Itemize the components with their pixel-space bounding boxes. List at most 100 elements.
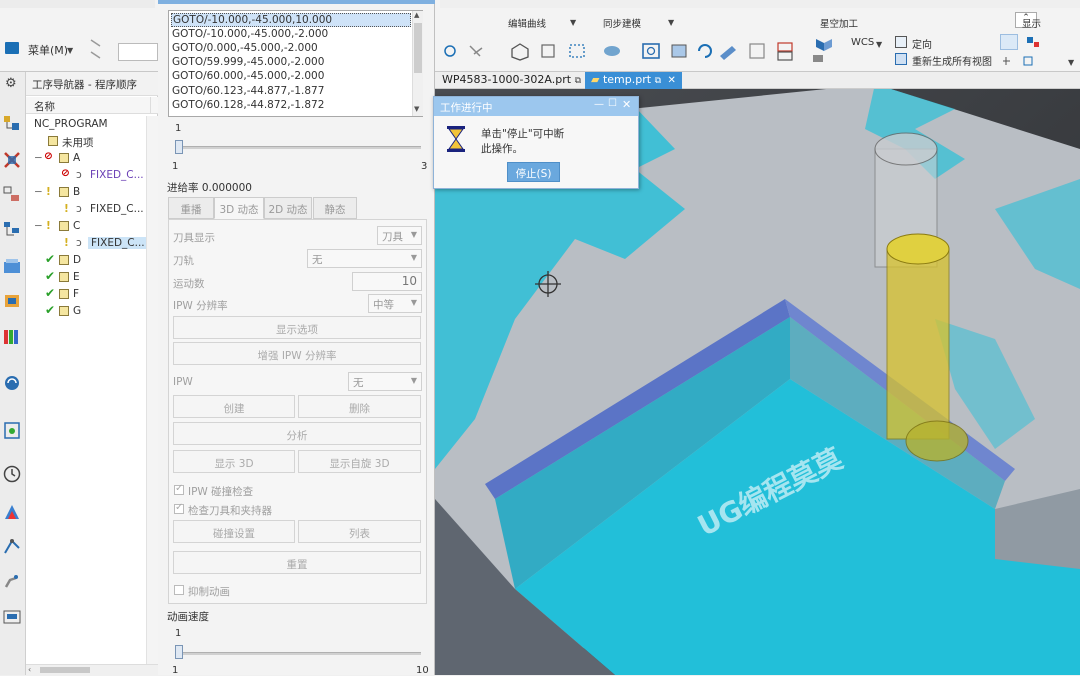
scroll-thumb[interactable] <box>40 667 90 673</box>
scroll-up-icon[interactable]: ▲ <box>414 11 419 19</box>
chevron-down-icon[interactable]: ▼ <box>668 18 674 27</box>
snap-point-icons[interactable] <box>1000 54 1040 68</box>
maximize-icon[interactable]: ☐ <box>608 98 617 109</box>
goto-line[interactable]: GOTO/60.123,-44.877,-1.877 <box>171 85 411 99</box>
tree-row-nc-program[interactable]: NC_PROGRAM <box>26 116 158 133</box>
ipw-collision-checkbox[interactable]: ✓ <box>174 483 184 495</box>
feature-navigator-icon[interactable] <box>2 184 22 204</box>
collapse-icon[interactable]: − <box>34 152 43 164</box>
chevron-down-icon[interactable]: ▼ <box>876 40 882 49</box>
cube-view-icon[interactable] <box>808 35 838 65</box>
history-icon[interactable] <box>2 326 22 346</box>
scroll-down-icon[interactable]: ▼ <box>414 105 419 113</box>
reuse-library-icon[interactable] <box>2 256 22 276</box>
enhance-ipw-button[interactable]: 增强 IPW 分辨率 <box>173 342 421 365</box>
ipw-resolution-select[interactable]: 中等 ▼ <box>368 294 422 313</box>
close-icon[interactable]: ✕ <box>668 75 676 86</box>
motion-count-input[interactable]: 10 <box>352 272 422 291</box>
filter-icon[interactable] <box>1024 34 1042 50</box>
collapse-icon[interactable]: − <box>34 220 43 232</box>
vertical-scrollbar[interactable] <box>146 116 158 664</box>
goto-line[interactable]: GOTO/-10.000,-45.000,-2.000 <box>171 28 411 42</box>
delete-button[interactable]: 删除 <box>298 395 421 418</box>
tree-row-program-e[interactable]: ✔ E <box>26 269 158 286</box>
file-tab-wp4583[interactable]: WP4583-1000-302A.prt ⧉ <box>436 72 587 89</box>
tree-row-program-c[interactable]: − ! C <box>26 218 158 235</box>
collision-settings-button[interactable]: 碰撞设置 <box>173 520 295 543</box>
speed-slider-track[interactable] <box>175 652 421 655</box>
part-navigator-icon[interactable] <box>2 220 22 240</box>
minimize-icon[interactable]: — <box>594 99 604 110</box>
collapse-icon[interactable]: − <box>34 186 43 198</box>
stop-button[interactable]: 停止(S) <box>507 162 560 182</box>
tree-row-program-g[interactable]: ✔ G <box>26 303 158 320</box>
check-tool-holder-checkbox[interactable]: ✓ <box>174 502 184 514</box>
tool-display-select[interactable]: 刀具 ▼ <box>377 226 422 245</box>
scroll-thumb[interactable] <box>414 23 422 73</box>
operation-navigator-icon[interactable] <box>2 114 22 134</box>
tab-2d-dynamic[interactable]: 2D 动态 <box>264 197 312 219</box>
menu-button[interactable]: 菜单(M) <box>28 42 68 58</box>
tree-row-program-a[interactable]: − ⊘ A <box>26 150 158 167</box>
folder-icon <box>59 272 69 282</box>
gear-icon[interactable]: ⚙ <box>5 76 17 91</box>
robot-icon[interactable] <box>2 570 22 590</box>
step-slider-track[interactable] <box>175 146 421 149</box>
speed-slider-thumb[interactable] <box>175 645 183 659</box>
snap-icon[interactable] <box>88 36 104 64</box>
web-browser-icon[interactable] <box>2 372 22 392</box>
show-3d-button[interactable]: 显示 3D <box>173 450 295 473</box>
reset-button[interactable]: 重置 <box>173 551 421 574</box>
tree-row-op-c[interactable]: ! ↄ FIXED_C... <box>26 235 158 252</box>
tree-row-op-b[interactable]: ! ↄ FIXED_C... <box>26 201 158 218</box>
goto-line[interactable]: GOTO/60.000,-45.000,-2.000 <box>171 70 411 84</box>
folder-icon <box>48 136 58 146</box>
machine-tool-icon[interactable] <box>2 150 22 170</box>
goto-line[interactable]: GOTO/59.999,-45.000,-2.000 <box>171 56 411 70</box>
tree-row-op-a[interactable]: ⊘ ↄ FIXED_C... <box>26 167 158 184</box>
horizontal-scrollbar[interactable]: ‹ <box>26 664 158 675</box>
palette-icon[interactable] <box>2 420 22 440</box>
wcs-label[interactable]: WCS <box>851 37 874 48</box>
hd3d-icon[interactable] <box>2 290 22 310</box>
tab-replay[interactable]: 重播 <box>168 197 214 219</box>
tool-path-select[interactable]: 无 ▼ <box>307 249 422 268</box>
chevron-down-icon[interactable]: ▼ <box>1068 58 1074 67</box>
show-auto-3d-button[interactable]: 显示自旋 3D <box>298 450 421 473</box>
analyze-button[interactable]: 分析 <box>173 422 421 445</box>
scroll-left-icon[interactable]: ‹ <box>28 665 31 674</box>
step-slider-thumb[interactable] <box>175 140 183 154</box>
ipw-select[interactable]: 无 ▼ <box>348 372 422 391</box>
select-mode-icon[interactable] <box>1000 34 1018 50</box>
column-divider[interactable] <box>150 97 158 114</box>
show-options-button[interactable]: 显示选项 <box>173 316 421 339</box>
tree-row-program-d[interactable]: ✔ D <box>26 252 158 269</box>
chevron-down-icon[interactable]: ▼ <box>570 18 576 27</box>
selection-filter-field[interactable] <box>118 43 158 61</box>
machine-icon[interactable] <box>2 606 22 626</box>
analysis-icon[interactable] <box>2 502 22 522</box>
tree-row-unused[interactable]: 未用项 <box>26 133 158 150</box>
file-tab-temp[interactable]: ▰ temp.prt ⧉ ✕ <box>585 72 682 89</box>
step-slider-value: 1 <box>175 123 182 134</box>
regen-views-button[interactable]: 重新生成所有视图 <box>912 53 992 68</box>
clock-icon[interactable] <box>2 464 22 484</box>
tab-static[interactable]: 静态 <box>313 197 357 219</box>
close-icon[interactable]: ✕ <box>622 98 631 111</box>
list-button[interactable]: 列表 <box>298 520 421 543</box>
orient-button[interactable]: 定向 <box>912 36 932 51</box>
goto-line[interactable]: GOTO/0.000,-45.000,-2.000 <box>171 42 411 56</box>
column-header-name[interactable]: 名称 <box>26 97 158 114</box>
list-scrollbar[interactable]: ▲ ▼ <box>412 11 423 116</box>
tool-path-icon[interactable] <box>2 536 22 556</box>
chevron-down-icon[interactable]: ▼ <box>67 46 73 55</box>
create-button[interactable]: 创建 <box>173 395 295 418</box>
tree-row-program-b[interactable]: − ! B <box>26 184 158 201</box>
suppress-animation-checkbox[interactable] <box>174 585 184 595</box>
suppress-animation-label: 抑制动画 <box>188 586 230 598</box>
tree-row-program-f[interactable]: ✔ F <box>26 286 158 303</box>
goto-line[interactable]: GOTO/-10.000,-45.000,10.000 <box>171 13 411 28</box>
goto-list[interactable]: GOTO/-10.000,-45.000,10.000 GOTO/-10.000… <box>168 10 423 117</box>
goto-line[interactable]: GOTO/60.128,-44.872,-1.872 <box>171 99 411 113</box>
tab-3d-dynamic[interactable]: 3D 动态 <box>214 197 264 219</box>
